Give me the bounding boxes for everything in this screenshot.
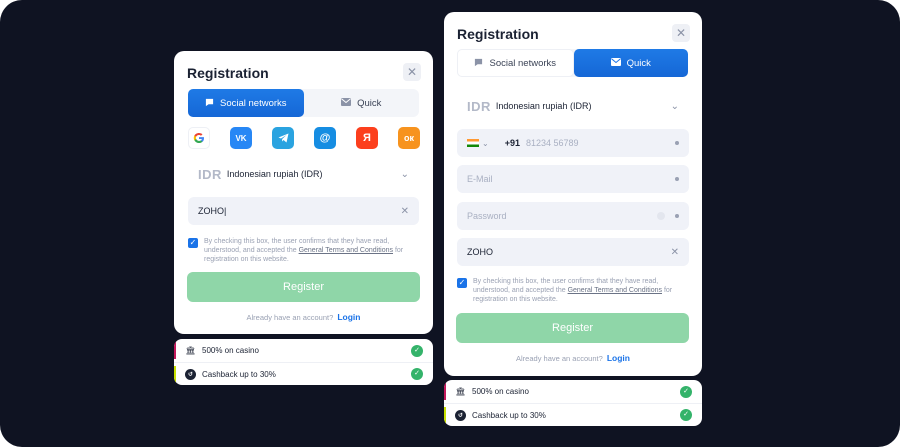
bonus-item: 🏛 500% on casino ✓ xyxy=(174,339,433,362)
bonus-strip xyxy=(444,407,446,424)
bonus-item: 🏛 500% on casino ✓ xyxy=(444,380,702,403)
check-badge-icon: ✓ xyxy=(411,368,423,380)
chevron-down-icon: ⌄ xyxy=(670,100,679,112)
promo-code-value: ZOHO xyxy=(467,247,493,257)
tab-label: Social networks xyxy=(489,57,557,69)
phone-input[interactable]: ⌄ +91 81234 56789 xyxy=(457,129,689,157)
tab-label: Quick xyxy=(357,97,382,109)
google-icon[interactable] xyxy=(188,127,210,149)
registration-card-social: Registration ✕ Social networks Quick VK xyxy=(174,51,433,334)
registration-card-quick: Registration ✕ Social networks Quick IDR… xyxy=(444,12,702,376)
terms-consent: ✓ By checking this box, the user confirm… xyxy=(457,277,689,304)
login-link[interactable]: Login xyxy=(607,353,630,363)
telegram-icon[interactable] xyxy=(272,127,294,149)
register-button[interactable]: Register xyxy=(187,272,420,302)
terms-text: By checking this box, the user confirms … xyxy=(204,237,418,264)
registration-tabs: Social networks Quick xyxy=(457,49,688,77)
close-icon[interactable]: ✕ xyxy=(403,63,421,81)
bonus-strip xyxy=(444,383,446,400)
bonus-list: 🏛 500% on casino ✓ ↺ Cashback up to 30% … xyxy=(174,339,433,385)
check-badge-icon: ✓ xyxy=(680,385,692,398)
chevron-down-icon: ⌄ xyxy=(400,168,409,180)
dialog-title: Registration xyxy=(187,65,269,81)
required-dot-icon xyxy=(675,177,679,181)
login-prompt: Already have an account? Login xyxy=(174,312,433,322)
bonus-strip xyxy=(174,366,176,383)
casino-icon: 🏛 xyxy=(455,387,466,396)
mailru-icon[interactable]: @ xyxy=(314,127,336,149)
bonus-label: Cashback up to 30% xyxy=(202,369,276,379)
login-prompt: Already have an account? Login xyxy=(444,353,702,363)
currency-label: Indonesian rupiah (IDR) xyxy=(495,101,592,111)
required-dot-icon xyxy=(675,141,679,145)
terms-link[interactable]: General Terms and Conditions xyxy=(299,247,393,254)
bonus-label: 500% on casino xyxy=(472,387,529,396)
promo-code-value: ZOHO xyxy=(198,206,224,216)
tab-label: Social networks xyxy=(219,97,287,109)
chevron-down-icon[interactable]: ⌄ xyxy=(482,139,489,148)
currency-code: IDR xyxy=(467,98,491,114)
email-input[interactable]: E-Mail xyxy=(457,165,689,193)
phone-prefix: +91 xyxy=(504,138,520,148)
bonus-label: Cashback up to 30% xyxy=(472,410,546,420)
terms-checkbox[interactable]: ✓ xyxy=(188,238,198,248)
currency-select[interactable]: IDR Indonesian rupiah (IDR) ⌄ xyxy=(457,92,689,120)
tab-quick[interactable]: Quick xyxy=(304,89,420,117)
tab-label: Quick xyxy=(626,57,651,69)
tab-social-networks[interactable]: Social networks xyxy=(188,89,304,117)
bonus-item: ↺ Cashback up to 30% ✓ xyxy=(444,403,702,426)
cashback-icon: ↺ xyxy=(455,409,466,421)
yandex-icon[interactable]: Я xyxy=(356,127,378,149)
chat-icon xyxy=(474,58,483,69)
chat-icon xyxy=(205,98,214,109)
vk-icon[interactable]: VK xyxy=(230,127,252,149)
clear-icon[interactable]: ✕ xyxy=(671,247,679,258)
password-placeholder: Password xyxy=(467,211,507,221)
close-icon[interactable]: ✕ xyxy=(672,24,690,42)
phone-placeholder: 81234 56789 xyxy=(525,138,579,148)
register-button[interactable]: Register xyxy=(456,313,689,343)
login-prompt-text: Already have an account? xyxy=(516,354,603,363)
social-login-row: VK @ Я ок xyxy=(188,127,420,149)
promo-code-input[interactable]: ZOHO ✕ xyxy=(457,238,689,266)
cashback-icon: ↺ xyxy=(185,368,196,380)
eye-icon[interactable] xyxy=(657,212,665,220)
bonus-list: 🏛 500% on casino ✓ ↺ Cashback up to 30% … xyxy=(444,380,702,426)
terms-link[interactable]: General Terms and Conditions xyxy=(568,287,662,294)
bonus-label: 500% on casino xyxy=(202,346,259,355)
email-placeholder: E-Mail xyxy=(467,174,493,184)
currency-label: Indonesian rupiah (IDR) xyxy=(226,169,323,179)
dialog-title: Registration xyxy=(457,26,539,42)
envelope-icon xyxy=(341,98,352,108)
check-badge-icon: ✓ xyxy=(680,409,692,421)
bonus-item: ↺ Cashback up to 30% ✓ xyxy=(174,362,433,385)
backdrop: Registration ✕ Social networks Quick VK xyxy=(0,0,900,447)
envelope-icon xyxy=(610,58,621,68)
terms-consent: ✓ By checking this box, the user confirm… xyxy=(188,237,418,264)
flag-india-icon[interactable] xyxy=(467,139,479,147)
terms-text: By checking this box, the user confirms … xyxy=(473,277,689,304)
tab-quick[interactable]: Quick xyxy=(573,49,688,77)
currency-code: IDR xyxy=(198,166,222,182)
login-prompt-text: Already have an account? xyxy=(246,313,334,322)
casino-icon: 🏛 xyxy=(185,346,196,355)
registration-tabs: Social networks Quick xyxy=(188,89,419,117)
promo-code-input[interactable]: ZOHO | ✕ xyxy=(188,197,419,225)
odnoklassniki-icon[interactable]: ок xyxy=(398,127,420,149)
tab-social-networks[interactable]: Social networks xyxy=(457,49,574,77)
text-cursor: | xyxy=(224,206,227,216)
terms-checkbox[interactable]: ✓ xyxy=(457,278,467,288)
login-link[interactable]: Login xyxy=(337,312,360,322)
clear-icon[interactable]: ✕ xyxy=(401,206,409,217)
check-badge-icon: ✓ xyxy=(411,344,423,357)
currency-select[interactable]: IDR Indonesian rupiah (IDR) ⌄ xyxy=(188,160,419,188)
bonus-strip xyxy=(174,342,176,359)
required-dot-icon xyxy=(675,214,679,218)
password-input[interactable]: Password xyxy=(457,202,689,230)
